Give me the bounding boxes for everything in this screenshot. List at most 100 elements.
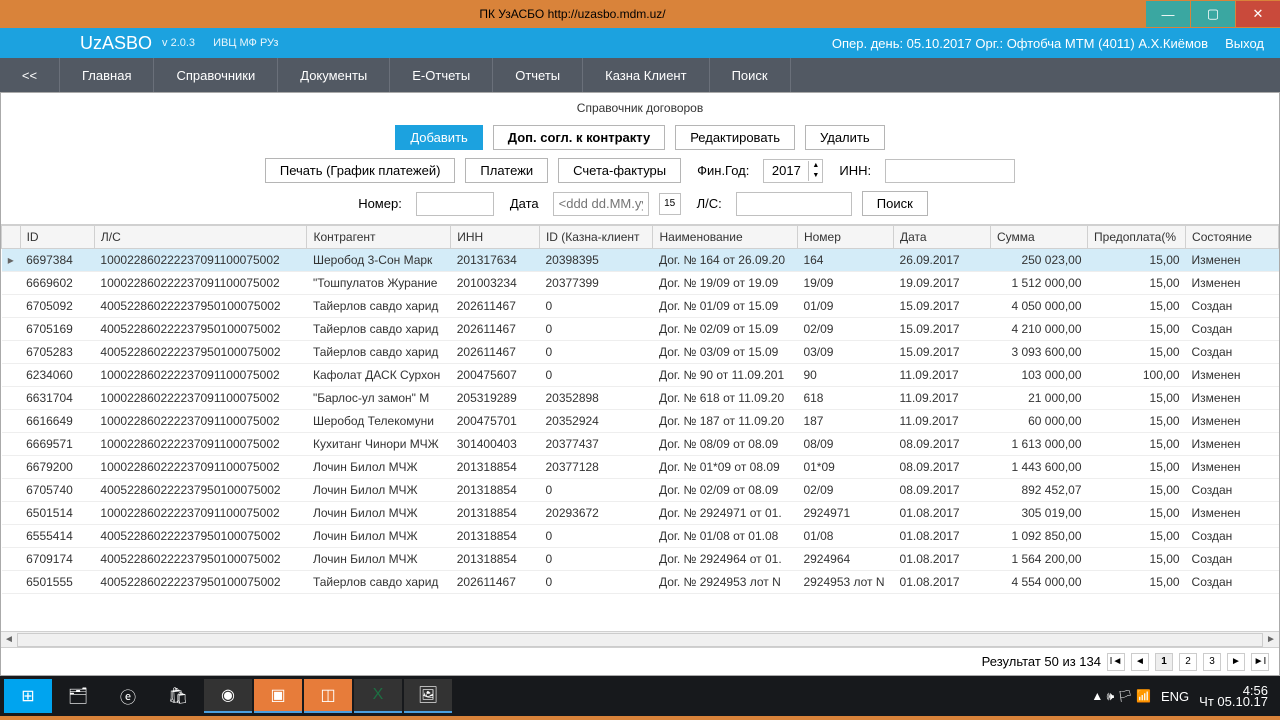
table-row[interactable]: 6679200100022860222237091100075002Лочин … <box>2 456 1279 479</box>
nav-documents[interactable]: Документы <box>278 58 390 92</box>
spin-down-icon[interactable]: ▼ <box>809 171 822 181</box>
table-row[interactable]: 6555414400522860222237950100075002Лочин … <box>2 525 1279 548</box>
edit-button[interactable]: Редактировать <box>675 125 795 150</box>
cell-inn: 201318854 <box>451 502 540 525</box>
cell-contractor: Лочин Билол МЧЖ <box>307 502 451 525</box>
calendar-icon[interactable]: 15 <box>659 193 681 215</box>
start-icon[interactable]: ⊞ <box>4 679 52 713</box>
delete-button[interactable]: Удалить <box>805 125 885 150</box>
nav-main[interactable]: Главная <box>60 58 154 92</box>
table-row[interactable]: 6616649100022860222237091100075002Шеробо… <box>2 410 1279 433</box>
col-inn[interactable]: ИНН <box>451 226 540 249</box>
chrome-icon[interactable]: ◉ <box>204 679 252 713</box>
col-id[interactable]: ID <box>20 226 94 249</box>
number-input[interactable] <box>416 192 494 216</box>
tray-icons[interactable]: ▲ 🕪 🏳 📶 <box>1091 689 1151 704</box>
table-row[interactable]: 6234060100022860222237091100075002Кафола… <box>2 364 1279 387</box>
col-state[interactable]: Состояние <box>1186 226 1279 249</box>
maximize-button[interactable]: ▢ <box>1191 1 1235 27</box>
cell-sum: 3 093 600,00 <box>991 341 1088 364</box>
spin-up-icon[interactable]: ▲ <box>809 161 822 171</box>
table-row[interactable]: 6669602100022860222237091100075002"Тошпу… <box>2 272 1279 295</box>
nav-back[interactable]: << <box>0 58 60 92</box>
addl-agreement-button[interactable]: Доп. согл. к контракту <box>493 125 665 150</box>
table-row[interactable]: 6501514100022860222237091100075002Лочин … <box>2 502 1279 525</box>
page-first-icon[interactable]: I◄ <box>1107 653 1125 671</box>
scroll-right-icon[interactable]: ► <box>1263 634 1279 645</box>
table-row[interactable]: 6631704100022860222237091100075002"Барло… <box>2 387 1279 410</box>
col-name[interactable]: Наименование <box>653 226 797 249</box>
app2-icon[interactable]: ◫ <box>304 679 352 713</box>
nav-reports[interactable]: Отчеты <box>493 58 583 92</box>
scroll-track[interactable] <box>17 633 1263 647</box>
scroll-left-icon[interactable]: ◄ <box>1 634 17 645</box>
cell-number: 19/09 <box>797 272 893 295</box>
cell-sum: 60 000,00 <box>991 410 1088 433</box>
ie-icon[interactable]: ⓔ <box>104 679 152 713</box>
col-sum[interactable]: Сумма <box>991 226 1088 249</box>
table-row[interactable]: ▸6697384100022860222237091100075002Шероб… <box>2 249 1279 272</box>
cell-name: Дог. № 08/09 от 08.09 <box>653 433 797 456</box>
logout-link[interactable]: Выход <box>1225 36 1264 51</box>
table-row[interactable]: 6501555400522860222237950100075002Тайерл… <box>2 571 1279 594</box>
search-button[interactable]: Поиск <box>862 191 928 216</box>
inn-input[interactable] <box>885 159 1015 183</box>
date-label: Дата <box>510 196 539 211</box>
nav-treasury[interactable]: Казна Клиент <box>583 58 709 92</box>
page-3[interactable]: 3 <box>1203 653 1221 671</box>
table-row[interactable]: 6705092400522860222237950100075002Тайерл… <box>2 295 1279 318</box>
cell-id: 6234060 <box>20 364 94 387</box>
cell-sum: 1 613 000,00 <box>991 433 1088 456</box>
invoices-button[interactable]: Счета-фактуры <box>558 158 681 183</box>
horizontal-scrollbar[interactable]: ◄ ► <box>1 631 1279 647</box>
page-2[interactable]: 2 <box>1179 653 1197 671</box>
minimize-button[interactable]: — <box>1146 1 1190 27</box>
table-row[interactable]: 6709174400522860222237950100075002Лочин … <box>2 548 1279 571</box>
cell-sum: 1 512 000,00 <box>991 272 1088 295</box>
nav-ereports[interactable]: Е-Отчеты <box>390 58 493 92</box>
cell-name: Дог. № 2924953 лот N <box>653 571 797 594</box>
page-last-icon[interactable]: ►I <box>1251 653 1269 671</box>
app1-icon[interactable]: ▣ <box>254 679 302 713</box>
payments-button[interactable]: Платежи <box>465 158 548 183</box>
page-prev-icon[interactable]: ◄ <box>1131 653 1149 671</box>
close-button[interactable]: ✕ <box>1236 1 1280 27</box>
col-date[interactable]: Дата <box>894 226 991 249</box>
fin-year-spinner[interactable]: ▲▼ <box>763 159 823 183</box>
nav-directories[interactable]: Справочники <box>154 58 278 92</box>
add-button[interactable]: Добавить <box>395 125 482 150</box>
number-label: Номер: <box>358 196 402 211</box>
excel-icon[interactable]: X <box>354 679 402 713</box>
print-schedule-button[interactable]: Печать (График платежей) <box>265 158 456 183</box>
cell-kazna-id: 0 <box>539 364 653 387</box>
cell-inn: 201318854 <box>451 548 540 571</box>
tray-clock[interactable]: 4:56 Чт 05.10.17 <box>1199 685 1268 707</box>
table-row[interactable]: 6705740400522860222237950100075002Лочин … <box>2 479 1279 502</box>
date-input[interactable] <box>553 192 649 216</box>
cell-date: 01.08.2017 <box>894 571 991 594</box>
row-indicator <box>2 364 21 387</box>
contracts-table-wrap[interactable]: ID Л/С Контрагент ИНН ID (Казна-клиент Н… <box>1 224 1279 631</box>
app3-icon[interactable]: 🖼 <box>404 679 452 713</box>
cell-name: Дог. № 90 от 11.09.201 <box>653 364 797 387</box>
cell-kazna-id: 0 <box>539 341 653 364</box>
tray-lang[interactable]: ENG <box>1161 689 1189 704</box>
col-kazna-id[interactable]: ID (Казна-клиент <box>539 226 653 249</box>
cell-kazna-id: 0 <box>539 525 653 548</box>
page-1[interactable]: 1 <box>1155 653 1173 671</box>
explorer-icon[interactable]: 🗂 <box>54 679 102 713</box>
col-prepay[interactable]: Предоплата(% <box>1088 226 1186 249</box>
col-contractor[interactable]: Контрагент <box>307 226 451 249</box>
toolbar-filter: Номер: Дата 15 Л/С: Поиск <box>1 191 1279 216</box>
cell-state: Изменен <box>1186 456 1279 479</box>
ls-input[interactable] <box>736 192 852 216</box>
nav-search[interactable]: Поиск <box>710 58 791 92</box>
fin-year-input[interactable] <box>764 163 808 178</box>
col-number[interactable]: Номер <box>797 226 893 249</box>
table-row[interactable]: 6705283400522860222237950100075002Тайерл… <box>2 341 1279 364</box>
store-icon[interactable]: 🛍 <box>154 679 202 713</box>
table-row[interactable]: 6705169400522860222237950100075002Тайерл… <box>2 318 1279 341</box>
page-next-icon[interactable]: ► <box>1227 653 1245 671</box>
table-row[interactable]: 6669571100022860222237091100075002Кухита… <box>2 433 1279 456</box>
col-ls[interactable]: Л/С <box>94 226 307 249</box>
